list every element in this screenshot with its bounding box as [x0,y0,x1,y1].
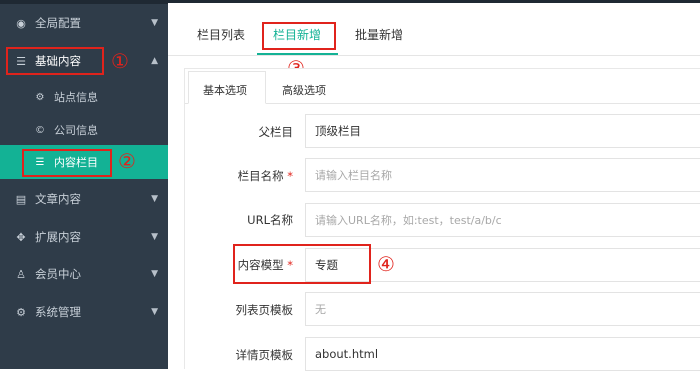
globe-icon: ◉ [16,16,26,30]
caret-down-icon: ▼ [151,307,158,317]
annotation-box-3 [262,22,336,50]
sidebar-item-global-config[interactable]: ◉ 全局配置 ▼ [0,4,168,42]
caret-down-icon: ▼ [151,18,158,28]
annotation-box-4 [233,244,371,284]
form-label: 栏目名称 * [237,169,293,183]
annotation-number-4: ④ [377,252,395,276]
sidebar-item-company-info[interactable]: © 公司信息 [0,113,168,147]
sidebar-item-article-content[interactable]: ▤ 文章内容 ▼ [0,180,168,218]
subtab-basic-options[interactable]: 基本选项 [203,82,247,98]
main-top-strip [168,0,700,3]
gear-icon: ⚙ [16,305,26,319]
annotation-number-1: ① [111,49,129,73]
document-icon: ▤ [15,192,27,206]
sidebar-item-label: 全局配置 [35,16,81,30]
tab-column-list[interactable]: 栏目列表 [197,26,245,43]
sidebar-item-label: 站点信息 [54,91,98,104]
sidebar-item-label: 文章内容 [35,192,81,206]
caret-down-icon: ▼ [151,269,158,279]
caret-down-icon: ▼ [151,232,158,242]
list-template-select[interactable]: 无 [305,292,700,326]
annotation-box-1 [6,47,104,75]
parent-column-select[interactable]: 顶级栏目 [305,114,700,148]
sidebar-item-site-info[interactable]: ⚙ 站点信息 [0,80,168,114]
annotation-box-2 [22,149,112,177]
sidebar-item-label: 公司信息 [54,124,98,137]
column-name-input[interactable]: 请输入栏目名称 [305,158,700,192]
caret-down-icon: ▼ [151,194,158,204]
sidebar-item-member-center[interactable]: ♙ 会员中心 ▼ [0,255,168,293]
tab-batch-add[interactable]: 批量新增 [355,26,403,43]
form-label: 详情页模板 [235,348,294,362]
sidebar-item-label: 扩展内容 [35,230,81,244]
detail-template-select[interactable]: about.html [305,337,700,371]
expand-icon: ✥ [16,230,26,244]
copyright-icon: © [35,124,45,136]
active-tab-indicator [257,53,338,55]
annotation-number-2: ② [118,149,136,173]
sidebar-item-extended-content[interactable]: ✥ 扩展内容 ▼ [0,218,168,256]
url-name-input[interactable]: 请输入URL名称，如:test，test/a/b/c [305,203,700,237]
user-icon: ♙ [16,267,26,281]
caret-up-icon: ▲ [151,56,158,66]
tabs-divider [168,55,700,56]
subtab-advanced-options[interactable]: 高级选项 [282,82,326,98]
sidebar-item-label: 系统管理 [35,305,81,319]
form-label: 列表页模板 [235,303,294,317]
sidebar-item-label: 会员中心 [35,267,81,281]
form-label: 父栏目 [258,125,294,139]
sidebar-item-system-management[interactable]: ⚙ 系统管理 ▼ [0,293,168,331]
gear-icon: ⚙ [35,91,45,103]
form-label: URL名称 [247,213,293,227]
